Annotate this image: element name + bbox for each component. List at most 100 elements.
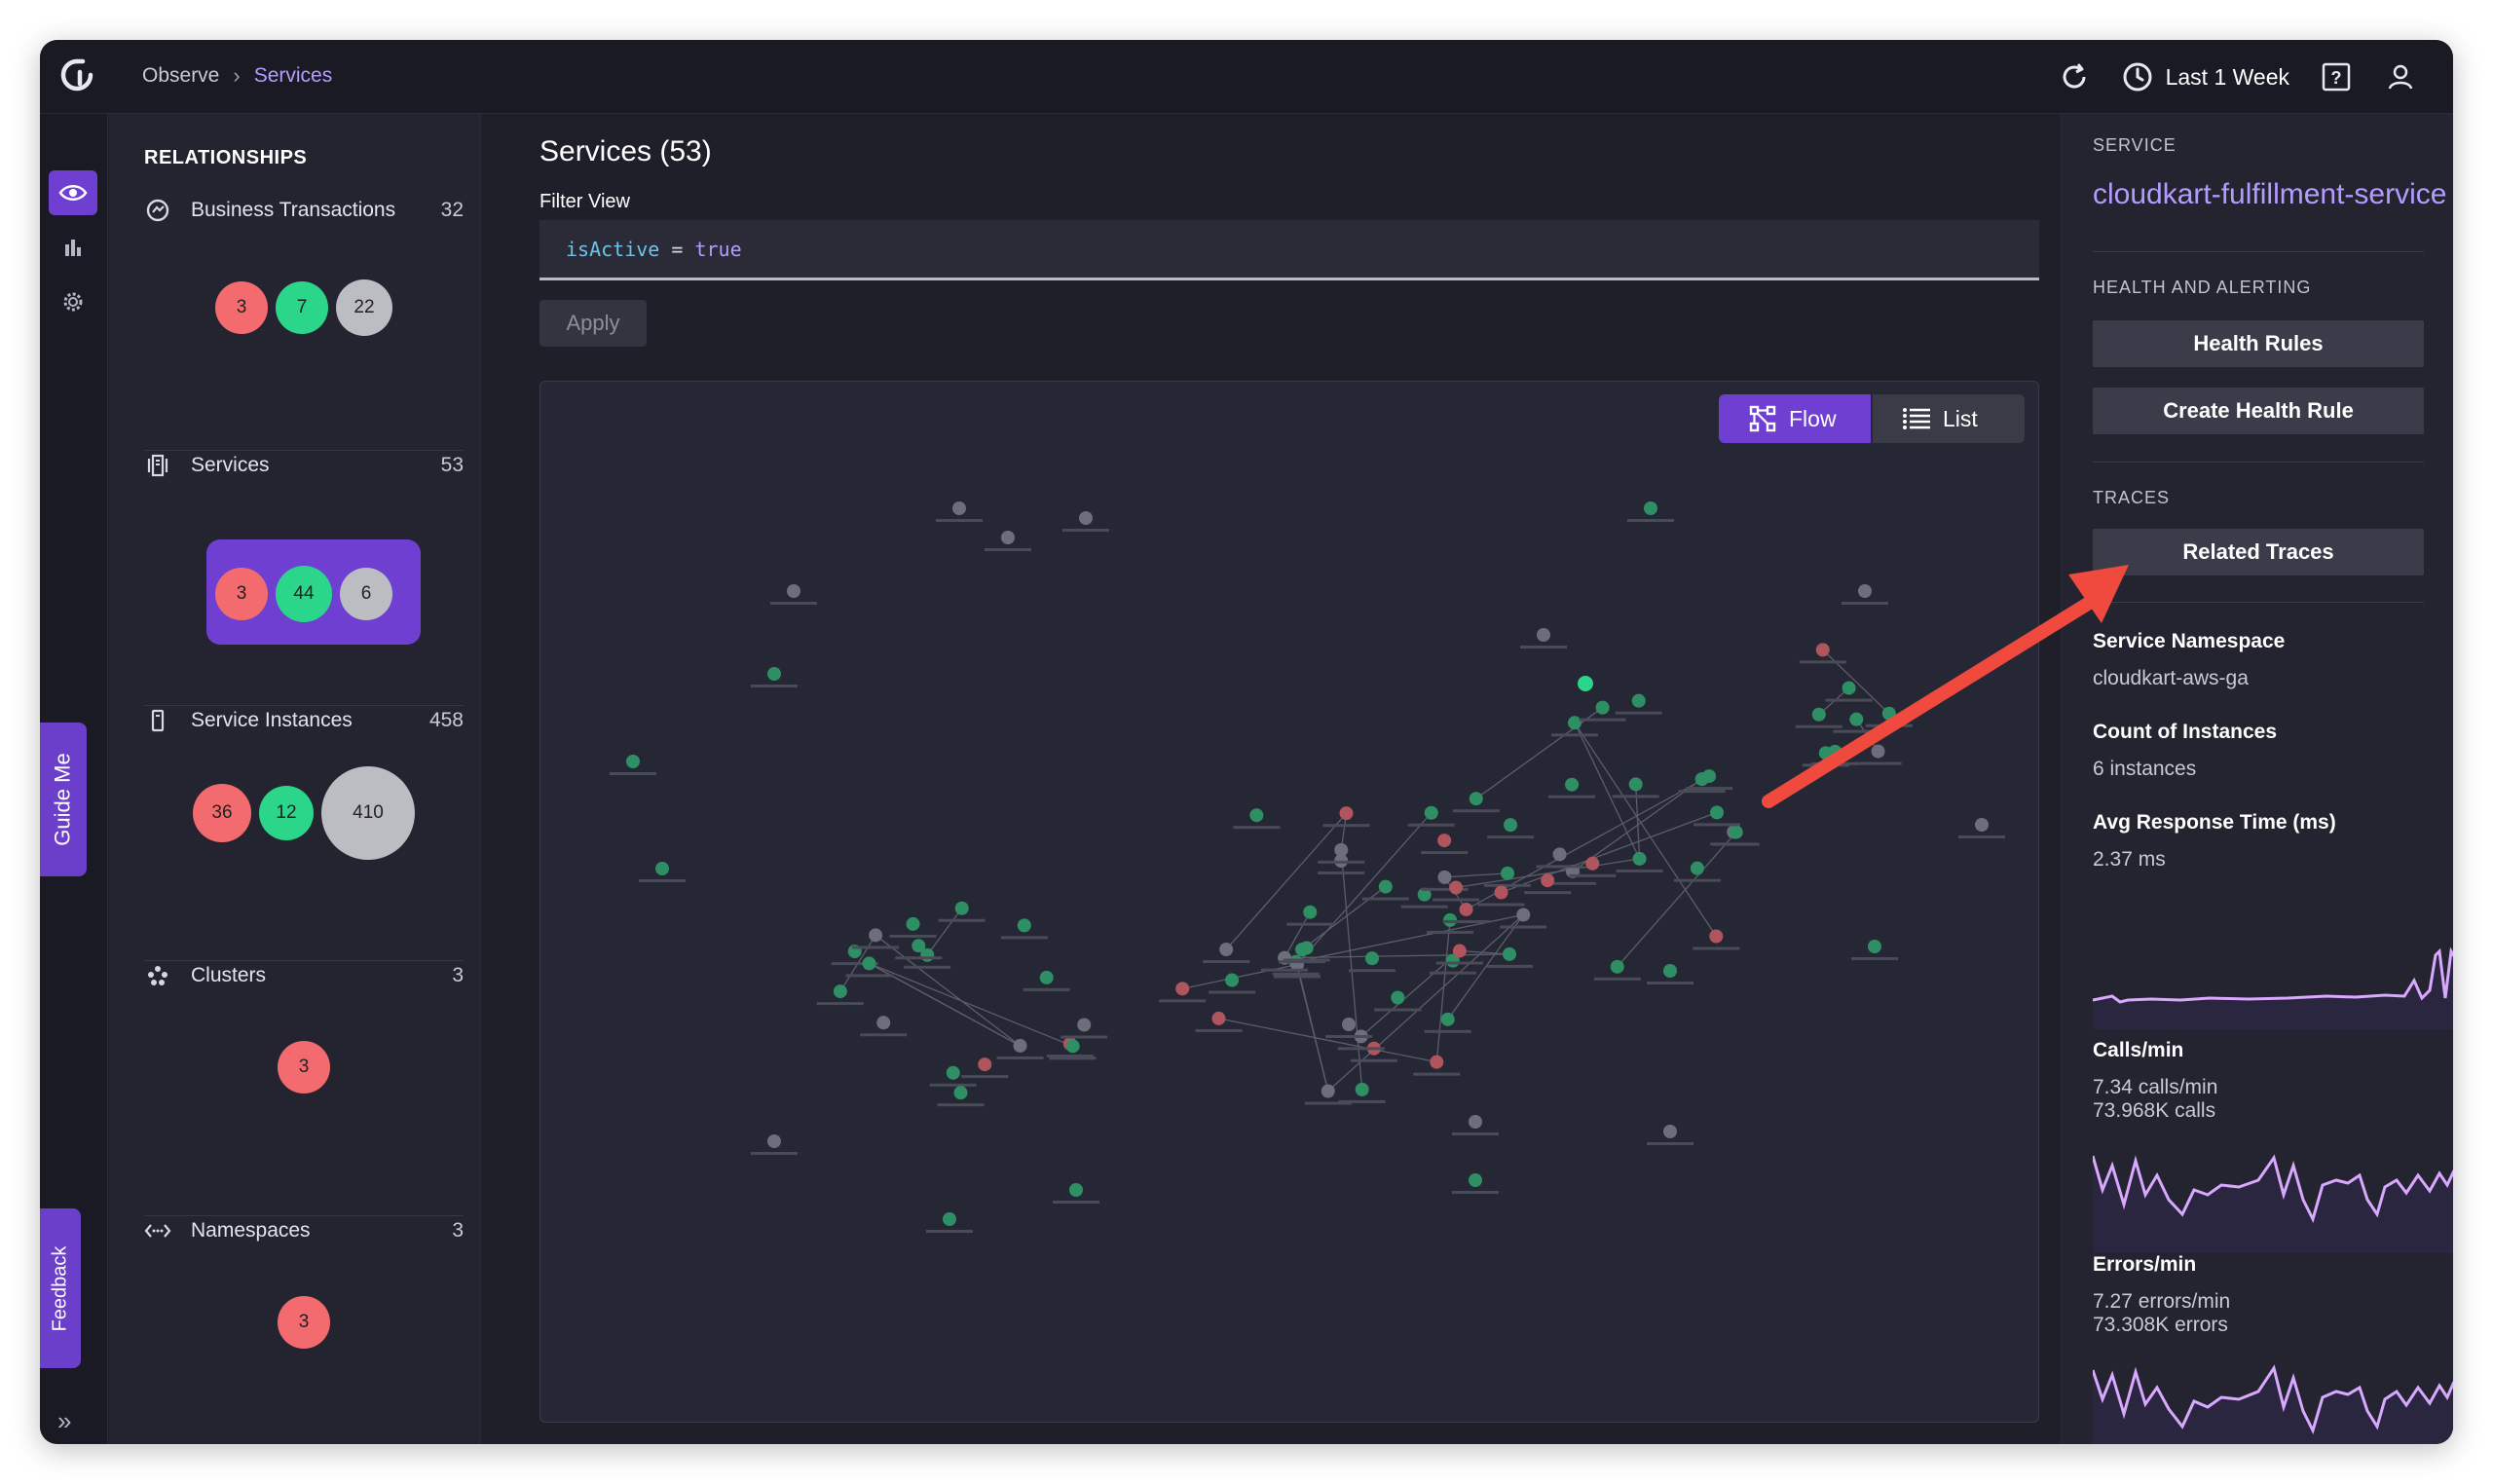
feedback-label: Feedback	[49, 1245, 71, 1331]
service-node-caption	[1612, 795, 1659, 798]
create-health-rule-button[interactable]: Create Health Rule	[2093, 388, 2424, 434]
gear-icon	[63, 292, 83, 312]
expand-sidebar-icon[interactable]: »	[57, 1406, 71, 1436]
list-icon	[1903, 408, 1930, 429]
service-node	[1501, 866, 1515, 880]
healthy-bubble[interactable]: 44	[276, 566, 332, 622]
rail-analytics-button[interactable]	[49, 225, 97, 270]
critical-bubble[interactable]: 3	[215, 568, 268, 620]
time-range-picker[interactable]: Last 1 Week	[2121, 60, 2289, 93]
filter-view-label: Filter View	[540, 191, 630, 212]
rel-label: Namespaces	[191, 1219, 311, 1242]
service-node-caption	[1865, 723, 1913, 727]
service-node-caption	[1435, 961, 1483, 965]
service-node-caption	[1407, 823, 1455, 827]
apply-button[interactable]: Apply	[540, 300, 647, 347]
service-node-caption	[1842, 602, 1888, 605]
refresh-icon[interactable]	[2057, 59, 2092, 94]
service-node-caption	[1486, 964, 1534, 968]
service-node	[1828, 744, 1842, 759]
service-node-caption	[1487, 835, 1535, 839]
service-node	[1342, 1018, 1356, 1031]
app-logo-icon[interactable]	[57, 56, 96, 94]
service-node-caption	[1322, 824, 1370, 828]
rel-clusters-header[interactable]: Clusters 3	[144, 961, 464, 990]
flow-map-graph[interactable]	[540, 382, 2039, 1423]
service-node	[1631, 693, 1646, 708]
help-icon[interactable]: ?	[2319, 59, 2354, 94]
service-node	[1871, 744, 1885, 759]
service-node-caption	[639, 879, 686, 882]
healthy-bubble[interactable]: 12	[259, 786, 314, 840]
service-node	[833, 984, 847, 999]
flow-view-button[interactable]: Flow	[1719, 394, 1871, 443]
services-icon	[144, 452, 171, 479]
critical-bubble[interactable]: 3	[278, 1296, 330, 1349]
critical-bubble[interactable]: 3	[215, 281, 268, 334]
service-node	[1469, 1173, 1482, 1187]
app-window: Observe › Services Last 1 Week ? Guide M…	[40, 40, 2453, 1444]
calls-per-min-label: Calls/min	[2093, 1039, 2184, 1061]
service-node	[787, 584, 800, 598]
service-node-caption	[936, 519, 983, 522]
rel-services: Services 53 3 44 6	[144, 451, 464, 706]
service-node-caption	[929, 1083, 977, 1087]
service-node	[912, 939, 926, 953]
service-node	[1437, 870, 1452, 884]
flow-edge	[926, 908, 963, 956]
filter-query-input[interactable]: isActive = true	[540, 220, 2039, 280]
service-node	[1391, 990, 1405, 1005]
clock-icon	[2123, 62, 2152, 92]
user-profile-icon[interactable]	[2383, 59, 2418, 94]
health-rules-button[interactable]: Health Rules	[2093, 320, 2424, 367]
feedback-button[interactable]: Feedback	[40, 1208, 81, 1368]
service-node-caption	[1958, 835, 2005, 838]
page-title: Services (53)	[540, 135, 712, 167]
service-node	[1595, 700, 1610, 715]
service-namespace-value: cloudkart-aws-ga	[2093, 667, 2249, 689]
service-node	[1378, 879, 1393, 894]
breadcrumb-observe[interactable]: Observe	[142, 64, 219, 88]
service-node	[1077, 1018, 1092, 1032]
breadcrumb-services[interactable]: Services	[254, 64, 333, 88]
rel-label: Business Transactions	[191, 199, 396, 221]
service-node-caption	[1195, 1028, 1243, 1032]
unknown-bubble[interactable]: 410	[321, 766, 415, 860]
rel-service-instances-header[interactable]: Service Instances 458	[144, 706, 464, 735]
service-node-caption	[1159, 999, 1207, 1003]
namespace-icon	[144, 1217, 171, 1244]
service-node-caption	[1318, 860, 1365, 864]
rel-namespaces-header[interactable]: Namespaces 3	[144, 1216, 464, 1245]
guide-me-button[interactable]: Guide Me	[40, 723, 87, 876]
service-name[interactable]: cloudkart-fulfillment-service	[2093, 178, 2446, 211]
service-node	[1079, 511, 1093, 525]
service-node-caption	[1304, 1101, 1352, 1105]
list-view-button[interactable]: List	[1873, 394, 2025, 443]
rel-label: Clusters	[191, 964, 267, 986]
service-node-caption	[1712, 842, 1760, 846]
service-node-caption	[889, 934, 937, 938]
service-node	[1469, 1115, 1482, 1129]
service-node	[1503, 946, 1517, 961]
unknown-bubble[interactable]: 6	[340, 568, 392, 620]
rail-settings-button[interactable]	[49, 279, 97, 324]
service-node-caption	[845, 974, 893, 978]
rel-business-transactions-header[interactable]: Business Transactions 32	[144, 196, 464, 225]
service-node-caption	[1811, 761, 1859, 765]
rel-services-header[interactable]: Services 53	[144, 451, 464, 480]
service-node-caption	[1825, 698, 1873, 702]
service-node	[1013, 1038, 1027, 1053]
unknown-bubble[interactable]: 22	[336, 279, 392, 336]
rail-observe-button[interactable]	[49, 170, 97, 215]
breadcrumb-separator: ›	[233, 63, 241, 88]
service-flow-map[interactable]: Flow List	[540, 381, 2039, 1423]
flow-edge	[1822, 649, 1890, 715]
critical-bubble[interactable]: 3	[278, 1041, 330, 1094]
service-caption: SERVICE	[2093, 135, 2177, 155]
service-node-caption	[1548, 795, 1596, 798]
related-traces-button[interactable]: Related Traces	[2093, 529, 2424, 575]
service-node-caption	[1286, 922, 1334, 926]
healthy-bubble[interactable]: 7	[276, 281, 328, 334]
critical-bubble[interactable]: 36	[193, 784, 251, 842]
service-node	[1868, 940, 1881, 953]
